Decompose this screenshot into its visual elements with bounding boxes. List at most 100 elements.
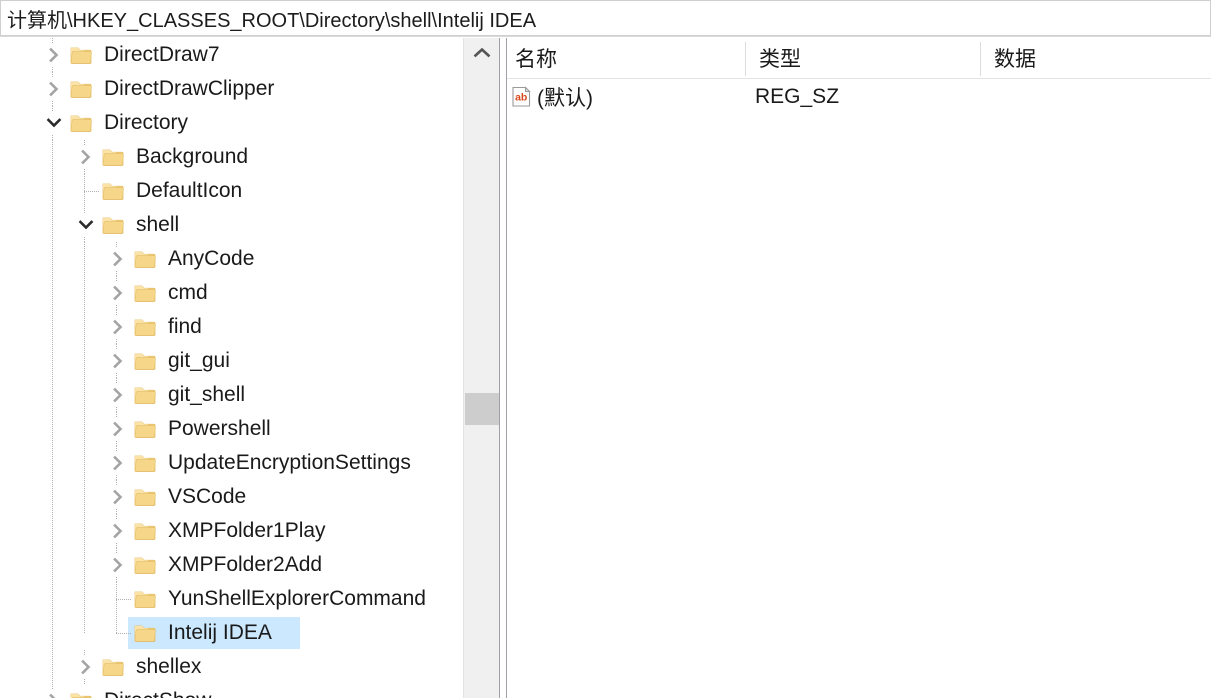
panel-splitter[interactable] [499, 38, 507, 698]
tree-item-defaulticon[interactable]: DefaultIcon [0, 174, 462, 208]
tree-item-powershell[interactable]: Powershell [0, 412, 462, 446]
chevron-right-icon[interactable] [108, 412, 128, 446]
column-header-label: 类型 [759, 48, 801, 71]
chevron-right-icon[interactable] [44, 72, 64, 106]
tree-guide-line [52, 412, 53, 446]
column-divider[interactable] [745, 42, 746, 76]
tree-guide-line [84, 616, 85, 633]
tree-guide-line [52, 650, 53, 684]
tree-item-label: DirectShow [104, 684, 211, 698]
tree-item-shell[interactable]: shell [0, 208, 462, 242]
tree-guide-line [84, 480, 85, 514]
tree-item-cmd[interactable]: cmd [0, 276, 462, 310]
tree-item-shellex[interactable]: shellex [0, 650, 462, 684]
address-text: 计算机\HKEY_CLASSES_ROOT\Directory\shell\In… [7, 9, 537, 32]
tree-item-label: git_shell [168, 383, 246, 406]
tree-guide-line [84, 276, 85, 310]
tree-guide-line [52, 378, 53, 412]
tree-guide-line [116, 616, 117, 633]
tree-guide-line [52, 446, 53, 480]
tree-item-directshow[interactable]: DirectShow [0, 684, 462, 698]
column-divider[interactable] [980, 42, 981, 76]
folder-icon [134, 514, 156, 548]
tree-item-xmpfolder1play[interactable]: XMPFolder1Play [0, 514, 462, 548]
chevron-down-icon[interactable] [44, 106, 64, 140]
tree-item-find[interactable]: find [0, 310, 462, 344]
folder-icon [102, 140, 124, 174]
tree-guide-line [116, 633, 132, 634]
tree-item-git-gui[interactable]: git_gui [0, 344, 462, 378]
column-header-type[interactable]: 类型 [755, 38, 801, 78]
folder-icon [134, 480, 156, 514]
tree-guide-line [84, 446, 85, 480]
tree-item-intelij-idea[interactable]: Intelij IDEA [0, 616, 462, 650]
chevron-right-icon[interactable] [44, 38, 64, 72]
chevron-right-icon[interactable] [108, 344, 128, 378]
chevron-up-icon [473, 46, 491, 64]
tree-item-updateencryptionsettings[interactable]: UpdateEncryptionSettings [0, 446, 462, 480]
column-header-name[interactable]: 名称 [511, 38, 557, 78]
value-type-cell: REG_SZ [755, 85, 840, 108]
tree-item-directdrawclipper[interactable]: DirectDrawClipper [0, 72, 462, 106]
registry-value-list[interactable]: 名称 类型 数据 ab (默认) REG_SZ [507, 38, 1211, 698]
folder-icon [70, 106, 92, 140]
folder-icon [134, 548, 156, 582]
tree-guide-line [84, 514, 85, 548]
chevron-right-icon[interactable] [44, 684, 64, 698]
tree-item-label: DirectDraw7 [104, 43, 220, 66]
chevron-right-icon[interactable] [76, 140, 96, 174]
tree-guide-line [52, 242, 53, 276]
address-input[interactable]: 计算机\HKEY_CLASSES_ROOT\Directory\shell\In… [0, 0, 1211, 36]
tree-item-directory[interactable]: Directory [0, 106, 462, 140]
tree-item-xmpfolder2add[interactable]: XMPFolder2Add [0, 548, 462, 582]
tree-item-label: DirectDrawClipper [104, 77, 275, 100]
chevron-right-icon[interactable] [108, 446, 128, 480]
tree-item-background[interactable]: Background [0, 140, 462, 174]
tree-item-vscode[interactable]: VSCode [0, 480, 462, 514]
tree-guide-line [52, 276, 53, 310]
tree-item-label: AnyCode [168, 247, 255, 270]
tree-item-label: UpdateEncryptionSettings [168, 451, 411, 474]
string-value-icon: ab [511, 86, 533, 108]
tree-guide-line [52, 582, 53, 616]
chevron-down-icon[interactable] [76, 208, 96, 242]
tree-item-anycode[interactable]: AnyCode [0, 242, 462, 276]
tree-item-directdraw7[interactable]: DirectDraw7 [0, 38, 462, 72]
column-header-data[interactable]: 数据 [990, 38, 1036, 78]
chevron-right-icon[interactable] [76, 650, 96, 684]
registry-key-tree[interactable]: DirectDraw7 DirectDrawClipper Directory Bac… [0, 38, 462, 698]
tree-guide-line [52, 208, 53, 242]
tree-guide-line [52, 548, 53, 582]
tree-guide-line [84, 242, 85, 276]
tree-item-git-shell[interactable]: git_shell [0, 378, 462, 412]
scroll-up-button[interactable] [464, 38, 499, 72]
chevron-right-icon[interactable] [108, 548, 128, 582]
chevron-right-icon[interactable] [108, 378, 128, 412]
tree-guide-line [84, 582, 85, 616]
chevron-right-icon[interactable] [108, 242, 128, 276]
value-name-cell[interactable]: ab (默认) [511, 79, 593, 115]
tree-guide-line [84, 191, 100, 192]
folder-icon [134, 446, 156, 480]
chevron-right-icon[interactable] [108, 276, 128, 310]
value-name-label: (默认) [537, 87, 593, 110]
chevron-right-icon[interactable] [108, 514, 128, 548]
tree-guide-line [84, 378, 85, 412]
chevron-right-icon[interactable] [108, 480, 128, 514]
chevron-right-icon[interactable] [108, 310, 128, 344]
folder-icon [134, 378, 156, 412]
tree-item-yunshellexplorercommand[interactable]: YunShellExplorerCommand [0, 582, 462, 616]
tree-item-label: Intelij IDEA [168, 621, 272, 644]
tree-guide-line [84, 412, 85, 446]
tree-guide-line [52, 174, 53, 208]
folder-icon [70, 684, 92, 698]
value-row[interactable]: ab (默认) REG_SZ [507, 79, 1211, 115]
folder-icon [134, 276, 156, 310]
folder-icon [102, 174, 124, 208]
folder-icon [102, 208, 124, 242]
tree-vertical-scrollbar[interactable] [463, 38, 499, 698]
folder-icon [102, 650, 124, 684]
value-list-body[interactable]: ab (默认) REG_SZ [507, 79, 1211, 115]
scrollbar-thumb[interactable] [465, 393, 499, 425]
tree-guide-line [52, 480, 53, 514]
